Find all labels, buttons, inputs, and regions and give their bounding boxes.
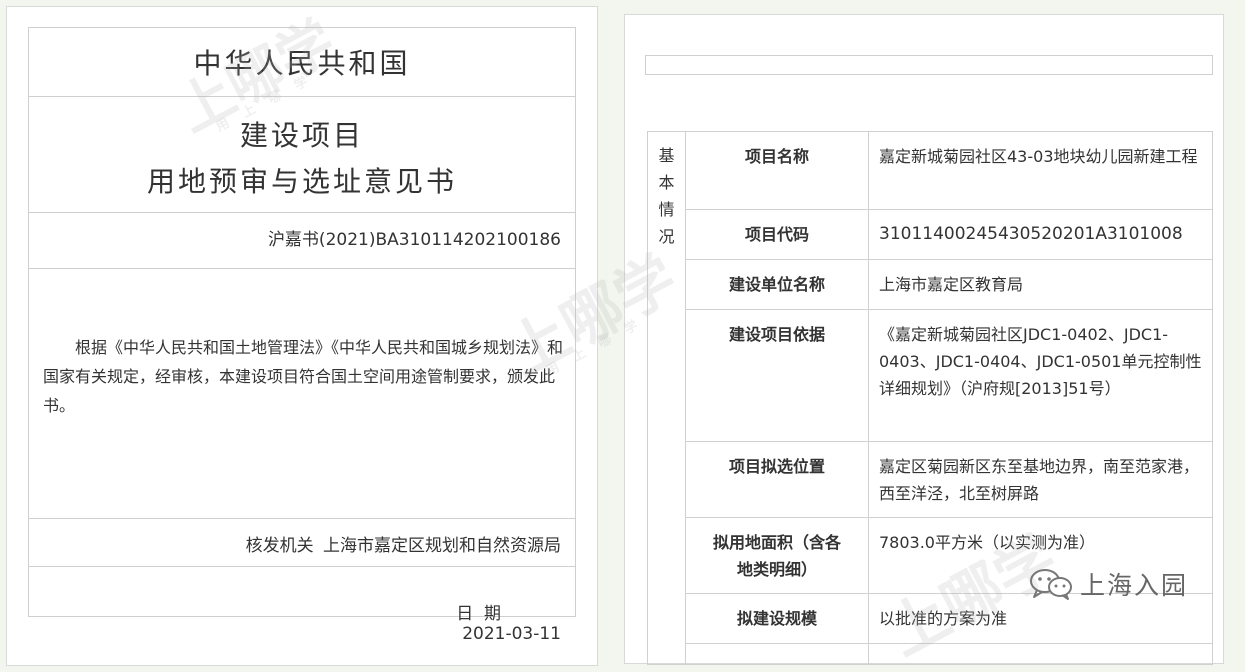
- certificate-title-line1: 建设项目: [239, 119, 364, 152]
- date-label: 日 期: [456, 604, 502, 624]
- divider: [29, 566, 575, 567]
- field-label: 建设项目依据: [685, 309, 869, 442]
- empty-cell: [685, 643, 869, 665]
- country-name: 中华人民共和国: [193, 47, 411, 80]
- table-row: 建设项目依据 《嘉定新城菊园社区JDC1-0402、JDC1-0403、JDC1…: [648, 309, 1213, 442]
- certificate-cover-page: 中华人民共和国 建设项目 用地预审与选址意见书 沪嘉书(2021)BA31011…: [6, 6, 598, 666]
- certificate-frame: 中华人民共和国 建设项目 用地预审与选址意见书 沪嘉书(2021)BA31011…: [28, 27, 576, 644]
- issuing-authority: 核发机关 上海市嘉定区规划和自然资源局: [246, 531, 561, 556]
- field-label: 项目代码: [685, 209, 869, 260]
- table-row: [648, 643, 1213, 665]
- issue-date: 日 期 2021-03-11: [424, 579, 561, 664]
- empty-cell: [868, 643, 1213, 665]
- field-label: 拟用地面积（含各地类明细）: [685, 517, 869, 594]
- field-value: 上海市嘉定区教育局: [868, 259, 1213, 310]
- section-label-cell: 基本情况: [647, 131, 686, 665]
- divider: [29, 518, 575, 519]
- certificate-number: 沪嘉书(2021)BA310114202100186: [267, 230, 561, 250]
- divider: [29, 268, 575, 269]
- field-value: 《嘉定新城菊园社区JDC1-0402、JDC1-0403、JDC1-0404、J…: [868, 309, 1213, 442]
- field-value: 嘉定区菊园新区东至基地边界，南至范家港，西至洋泾，北至树屏路: [868, 441, 1213, 518]
- field-label: 项目拟选位置: [685, 441, 869, 518]
- table-row: 项目代码 31011400245430520201A3101008: [648, 209, 1213, 260]
- divider: [29, 212, 575, 213]
- divider: [29, 96, 575, 97]
- wechat-brand: 上海入园: [1028, 566, 1188, 602]
- field-label: 项目名称: [685, 131, 869, 210]
- table-row: 项目拟选位置 嘉定区菊园新区东至基地边界，南至范家港，西至洋泾，北至树屏路: [648, 441, 1213, 518]
- field-label-text: 拟用地面积（含各地类明细）: [712, 533, 841, 579]
- table-row: 基本情况 项目名称 嘉定新城菊园社区43-03地块幼儿园新建工程: [647, 131, 1213, 665]
- date-value: 2021-03-11: [462, 624, 561, 644]
- field-value: 31011400245430520201A3101008: [868, 209, 1213, 260]
- section-label: 基本情况: [658, 146, 675, 246]
- field-value: 嘉定新城菊园社区43-03地块幼儿园新建工程: [868, 131, 1213, 210]
- header-bar: [645, 55, 1213, 75]
- issuer-label: 核发机关: [245, 536, 314, 556]
- certificate-body-text: 根据《中华人民共和国土地管理法》《中华人民共和国城乡规划法》和国家有关规定，经审…: [43, 338, 564, 415]
- certificate-title-line2: 用地预审与选址意见书: [146, 165, 457, 198]
- brand-name: 上海入园: [1080, 571, 1189, 600]
- issuer-name: 上海市嘉定区规划和自然资源局: [323, 536, 561, 556]
- field-label: 拟建设规模: [685, 593, 869, 644]
- wechat-icon: [1030, 569, 1072, 600]
- table-row: 建设单位名称 上海市嘉定区教育局: [648, 259, 1213, 310]
- field-label: 建设单位名称: [685, 259, 869, 310]
